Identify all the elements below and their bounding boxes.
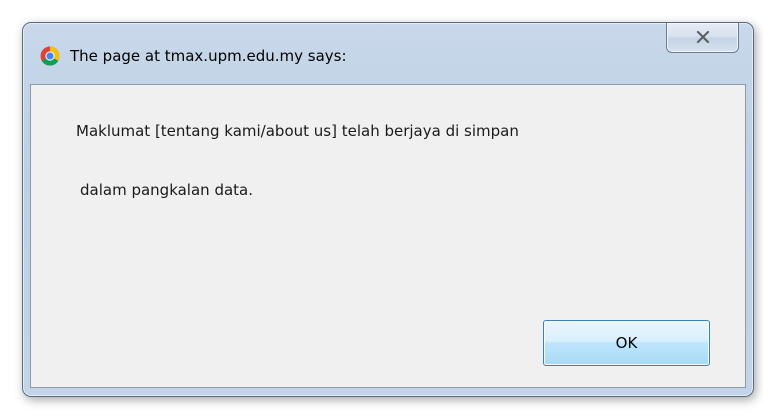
ok-button[interactable]: OK bbox=[543, 320, 710, 366]
close-x-icon bbox=[696, 28, 710, 47]
dialog-title: The page at tmax.upm.edu.my says: bbox=[70, 47, 347, 65]
title-bar[interactable]: The page at tmax.upm.edu.my says: bbox=[23, 23, 753, 85]
chrome-logo-icon bbox=[40, 46, 60, 66]
close-button[interactable] bbox=[666, 23, 739, 53]
message-line-2: dalam pangkalan data. bbox=[80, 181, 253, 199]
message-line-1: Maklumat [tentang kami/about us] telah b… bbox=[76, 122, 519, 140]
dialog-body: Maklumat [tentang kami/about us] telah b… bbox=[30, 84, 746, 388]
alert-dialog: The page at tmax.upm.edu.my says: Maklum… bbox=[22, 22, 754, 397]
screen: The page at tmax.upm.edu.my says: Maklum… bbox=[0, 0, 763, 419]
